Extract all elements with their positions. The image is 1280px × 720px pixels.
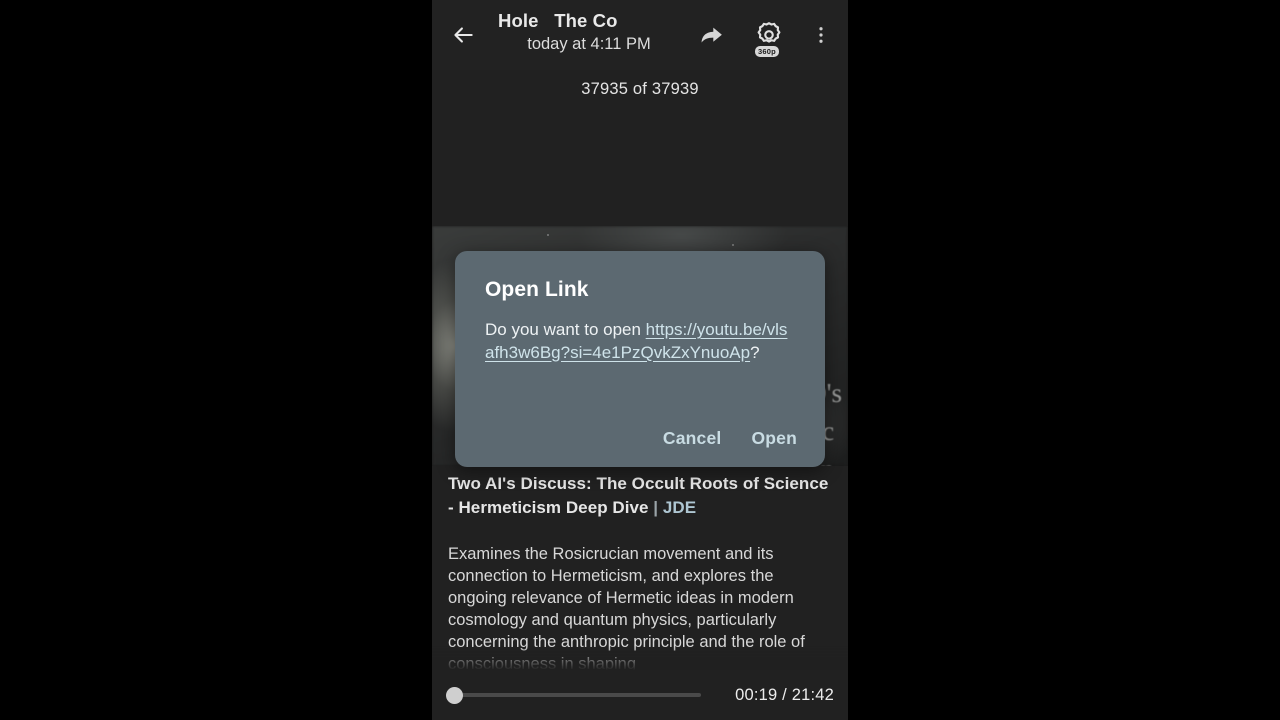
- screen-root: D's tic on Two AI's Discuss: The Occult …: [0, 0, 1280, 720]
- time-display: 00:19 / 21:42: [735, 685, 834, 704]
- seek-track: [452, 693, 702, 697]
- description-title-separator: |: [653, 498, 659, 517]
- video-speck: [547, 234, 549, 236]
- app-bar-controls: cy Hole The Co today at 4:11 PM 360p 379…: [0, 0, 1280, 100]
- more-options-button[interactable]: [802, 14, 840, 56]
- channel-name: JDE: [662, 498, 697, 517]
- description-title-text: Two AI's Discuss: The Occult Roots of Sc…: [448, 474, 829, 517]
- dialog-message: Do you want to open https://youtu.be/vls…: [485, 319, 795, 364]
- cancel-button[interactable]: Cancel: [661, 422, 724, 455]
- share-icon: [701, 27, 722, 42]
- video-description-title: Two AI's Discuss: The Occult Roots of Sc…: [448, 472, 832, 520]
- quality-badge: 360p: [755, 46, 779, 57]
- video-description-body: Examines the Rosicrucian movement and it…: [448, 545, 805, 670]
- dialog-prompt-prefix: Do you want to open: [485, 320, 646, 339]
- open-button[interactable]: Open: [749, 422, 799, 455]
- dialog-title: Open Link: [485, 278, 589, 301]
- dialog-prompt-suffix: ?: [750, 342, 760, 362]
- quality-settings-button[interactable]: 360p: [746, 12, 792, 58]
- player-control-bar: 00:19 / 21:42: [432, 670, 848, 720]
- seek-bar[interactable]: [446, 684, 723, 706]
- title-block: cy Hole The Co today at 4:11 PM: [498, 8, 680, 55]
- back-button[interactable]: [442, 14, 484, 56]
- more-vertical-icon: [819, 27, 823, 43]
- video-speck: [732, 244, 734, 246]
- share-button[interactable]: [690, 14, 732, 56]
- media-counter: 37935 of 37939: [581, 80, 699, 98]
- dialog-actions: Cancel Open: [661, 422, 799, 455]
- video-timestamp: today at 4:11 PM: [527, 35, 651, 53]
- seek-thumb[interactable]: [446, 686, 463, 704]
- description-panel[interactable]: Two AI's Discuss: The Occult Roots of Sc…: [432, 466, 848, 670]
- back-arrow-icon: [454, 27, 473, 43]
- open-link-dialog: Open Link Do you want to open https://yo…: [455, 251, 825, 467]
- video-title: cy Hole The Co: [498, 10, 618, 31]
